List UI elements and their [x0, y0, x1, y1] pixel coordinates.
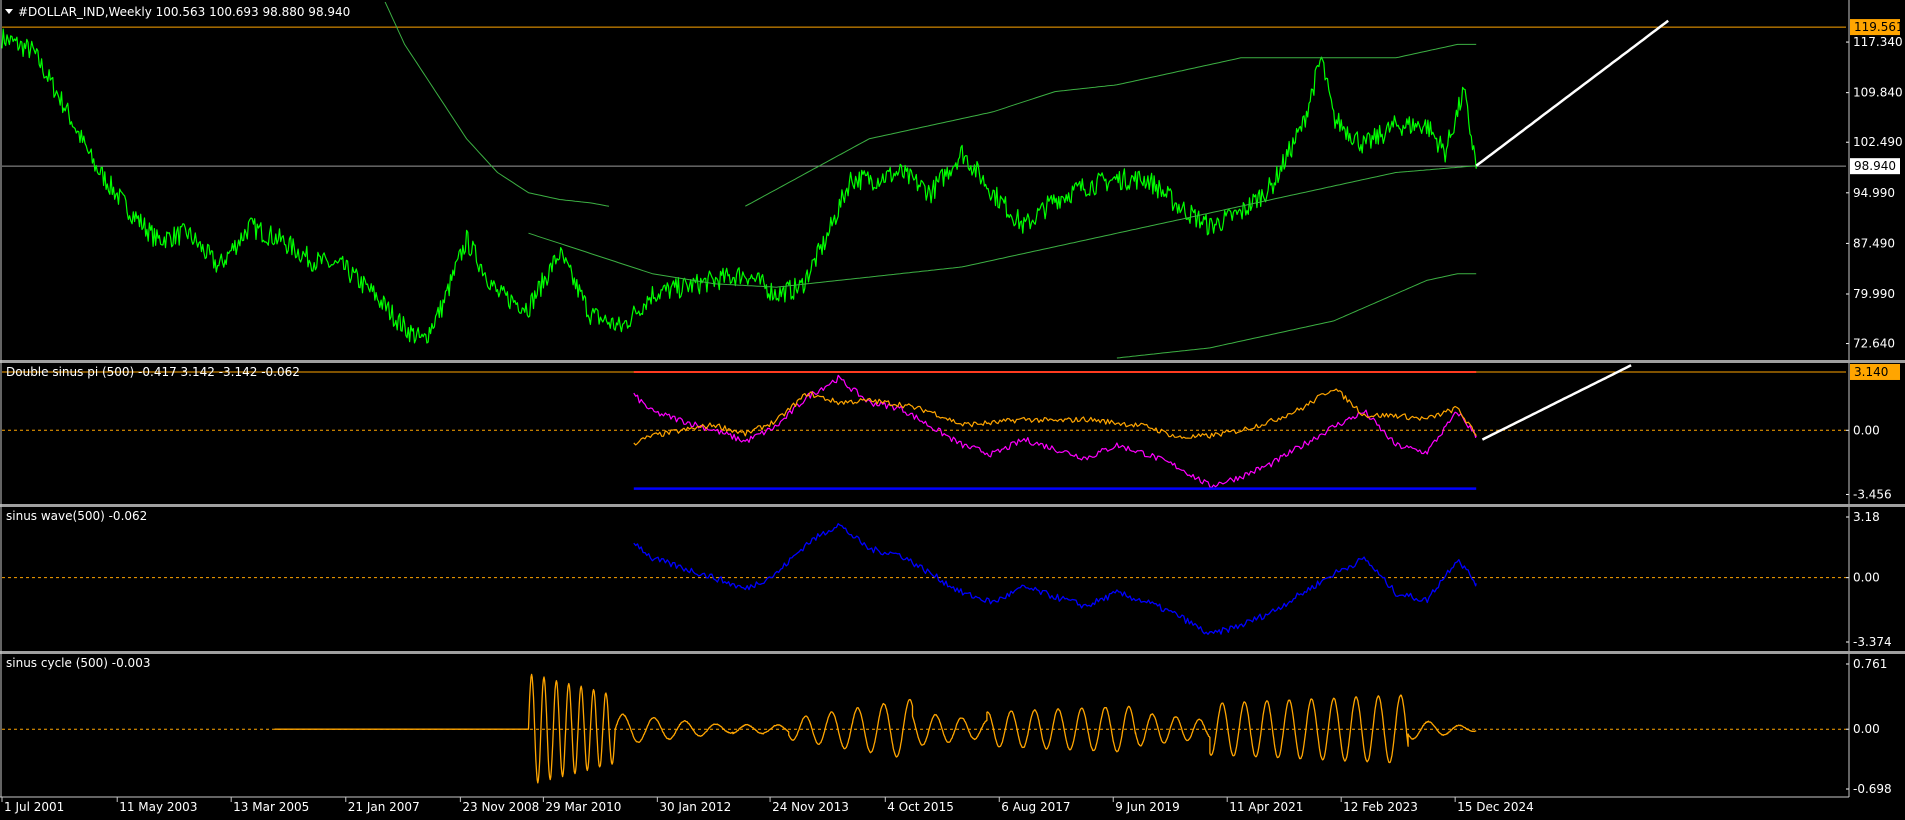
time-tick-label: 23 Nov 2008 [462, 800, 539, 814]
price-axis-tick-label: 109.840 [1853, 86, 1903, 100]
sinus-cycle-axis-tick-label: 0.761 [1853, 657, 1887, 671]
series-envelope_upper_left [383, 0, 610, 207]
series-cycle [274, 673, 1477, 784]
time-tick-label: 24 Nov 2013 [772, 800, 849, 814]
panel-separator[interactable] [0, 504, 1905, 507]
time-tick-label: 4 Oct 2015 [887, 800, 954, 814]
price-axis-tick-label: 94.990 [1853, 186, 1895, 200]
sinus-wave-axis-tick-label: 0.00 [1853, 571, 1880, 585]
top-mask [0, 0, 1905, 2]
double-sinus-axis-tick-label: 0.00 [1853, 423, 1880, 437]
time-tick-label: 29 Mar 2010 [545, 800, 621, 814]
current-price-badge-text: 98.940 [1854, 159, 1896, 173]
series-sin_b [633, 388, 1477, 446]
panel-separators [0, 0, 1905, 798]
time-tick-label: 21 Jan 2007 [348, 800, 420, 814]
price-panel[interactable]: 117.340 109.840 102.490 94.990 87.490 79.990 7… [0, 0, 1905, 359]
time-tick-label: 12 Feb 2023 [1343, 800, 1418, 814]
time-tick-label: 6 Aug 2017 [1001, 800, 1070, 814]
series-wave [633, 523, 1477, 635]
series-price [1, 28, 1477, 344]
sinus-cycle-title: sinus cycle (500) -0.003 [6, 656, 150, 670]
series-projection [1475, 19, 1669, 167]
sinus-cycle-axis-tick-label: 0.00 [1853, 722, 1880, 736]
sinus-cycle-panel[interactable]: 0.761 0.00 -0.698 sinus cycle (500) -0.003 [2, 656, 1892, 796]
sinus-wave-axis-tick-label: -3.374 [1853, 635, 1892, 649]
sinus-wave-axis-tick-label: 3.18 [1853, 510, 1880, 524]
series-envelope_lower [1116, 273, 1477, 359]
collapse-triangle-icon[interactable] [5, 9, 13, 14]
sinus-cycle-axis-tick-label: -0.698 [1853, 782, 1892, 796]
sinus-wave-title: sinus wave(500) -0.062 [6, 509, 147, 523]
time-tick-label: 11 May 2003 [119, 800, 197, 814]
time-tick-label: 30 Jan 2012 [659, 800, 731, 814]
price-axis-tick-label: 79.990 [1853, 287, 1895, 301]
price-axis-tick-label: 87.490 [1853, 236, 1895, 250]
time-tick-label: 1 Jul 2001 [4, 800, 64, 814]
time-axis: 1 Jul 2001 11 May 2003 13 Mar 2005 21 Jan 2… [1, 797, 1534, 814]
time-tick-label: 11 Apr 2021 [1229, 800, 1303, 814]
price-axis-tick-label: 102.490 [1853, 135, 1903, 149]
double-sinus-panel[interactable]: 0.00 -3.456 3.140 Double sinus pi (500) -0.… [2, 363, 1900, 501]
price-axis-tick-label: 72.640 [1853, 337, 1895, 351]
series-projection [1481, 364, 1632, 441]
series-sin_a [633, 374, 1477, 489]
series-envelope_mid [528, 165, 1477, 288]
sinus-wave-panel[interactable]: 3.18 0.00 -3.374 sinus wave(500) -0.062 [2, 509, 1892, 649]
pi-level-badge-text: 3.140 [1854, 365, 1888, 379]
panel-separator[interactable] [0, 360, 1905, 363]
double-sinus-axis-tick-label: -3.456 [1853, 487, 1892, 501]
price-panel-title: #DOLLAR_IND,Weekly 100.563 100.693 98.88… [18, 5, 350, 19]
time-tick-label: 13 Mar 2005 [233, 800, 309, 814]
price-axis-tick-label: 117.340 [1853, 35, 1903, 49]
chart-canvas: 117.340 109.840 102.490 94.990 87.490 79.990 7… [0, 0, 1905, 814]
level-badge-text: 119.561 [1854, 20, 1904, 34]
time-tick-label: 9 Jun 2019 [1115, 800, 1180, 814]
double-sinus-title: Double sinus pi (500) -0.417 3.142 -3.14… [6, 365, 300, 379]
panel-separator[interactable] [0, 651, 1905, 654]
time-tick-label: 15 Dec 2024 [1457, 800, 1534, 814]
